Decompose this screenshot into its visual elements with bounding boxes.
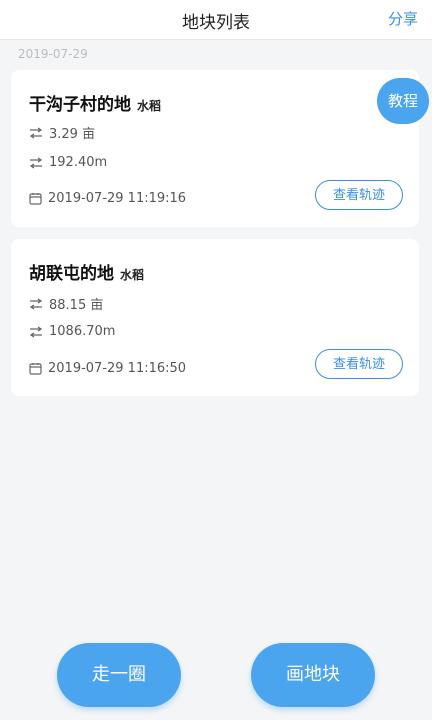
datetime-value: 2019-07-29 11:19:16: [48, 191, 187, 206]
area-arrows-icon: [29, 297, 43, 310]
datetime-value: 2019-07-29 11:16:50: [48, 361, 187, 376]
share-button[interactable]: 分享: [388, 8, 418, 29]
perimeter-arrows-icon: [29, 325, 43, 338]
perimeter-row: 1086.70m: [29, 324, 115, 339]
area-arrows-icon: [29, 126, 43, 139]
plot-title: 干沟子村的地 水稻: [29, 90, 161, 115]
area-value: 3.29 亩: [49, 127, 96, 142]
datetime-row: 2019-07-29 11:16:50: [29, 361, 186, 376]
app-header: 地块列表 分享: [0, 0, 432, 40]
calendar-icon: [29, 193, 42, 205]
tutorial-button[interactable]: 教程: [377, 78, 429, 124]
plot-name: 干沟子村的地: [29, 95, 131, 115]
area-value: 88.15 亩: [49, 298, 104, 313]
page-title: 地块列表: [182, 13, 250, 33]
crop-label: 水稻: [137, 99, 162, 113]
date-group-label: 2019-07-29: [18, 47, 88, 61]
datetime-row: 2019-07-29 11:19:16: [29, 191, 186, 206]
area-row: 88.15 亩: [29, 294, 103, 313]
view-track-button[interactable]: 查看轨迹: [315, 349, 403, 379]
draw-plot-button[interactable]: 画地块: [251, 643, 375, 707]
plot-card[interactable]: 干沟子村的地 水稻 3.29 亩 192.40m 2019-07-29 11:19…: [11, 70, 419, 227]
plot-name: 胡联屯的地: [29, 264, 114, 284]
view-track-button[interactable]: 查看轨迹: [315, 180, 403, 210]
calendar-icon: [29, 363, 42, 375]
crop-label: 水稻: [120, 268, 145, 282]
plot-card[interactable]: 胡联屯的地 水稻 88.15 亩 1086.70m 2019-07-29 11:1…: [11, 239, 419, 396]
walk-around-button[interactable]: 走一圈: [57, 643, 181, 707]
perimeter-row: 192.40m: [29, 155, 107, 170]
perimeter-value: 1086.70m: [49, 324, 116, 339]
plot-title: 胡联屯的地 水稻: [29, 259, 144, 284]
perimeter-value: 192.40m: [49, 155, 108, 170]
perimeter-arrows-icon: [29, 156, 43, 169]
area-row: 3.29 亩: [29, 123, 95, 142]
